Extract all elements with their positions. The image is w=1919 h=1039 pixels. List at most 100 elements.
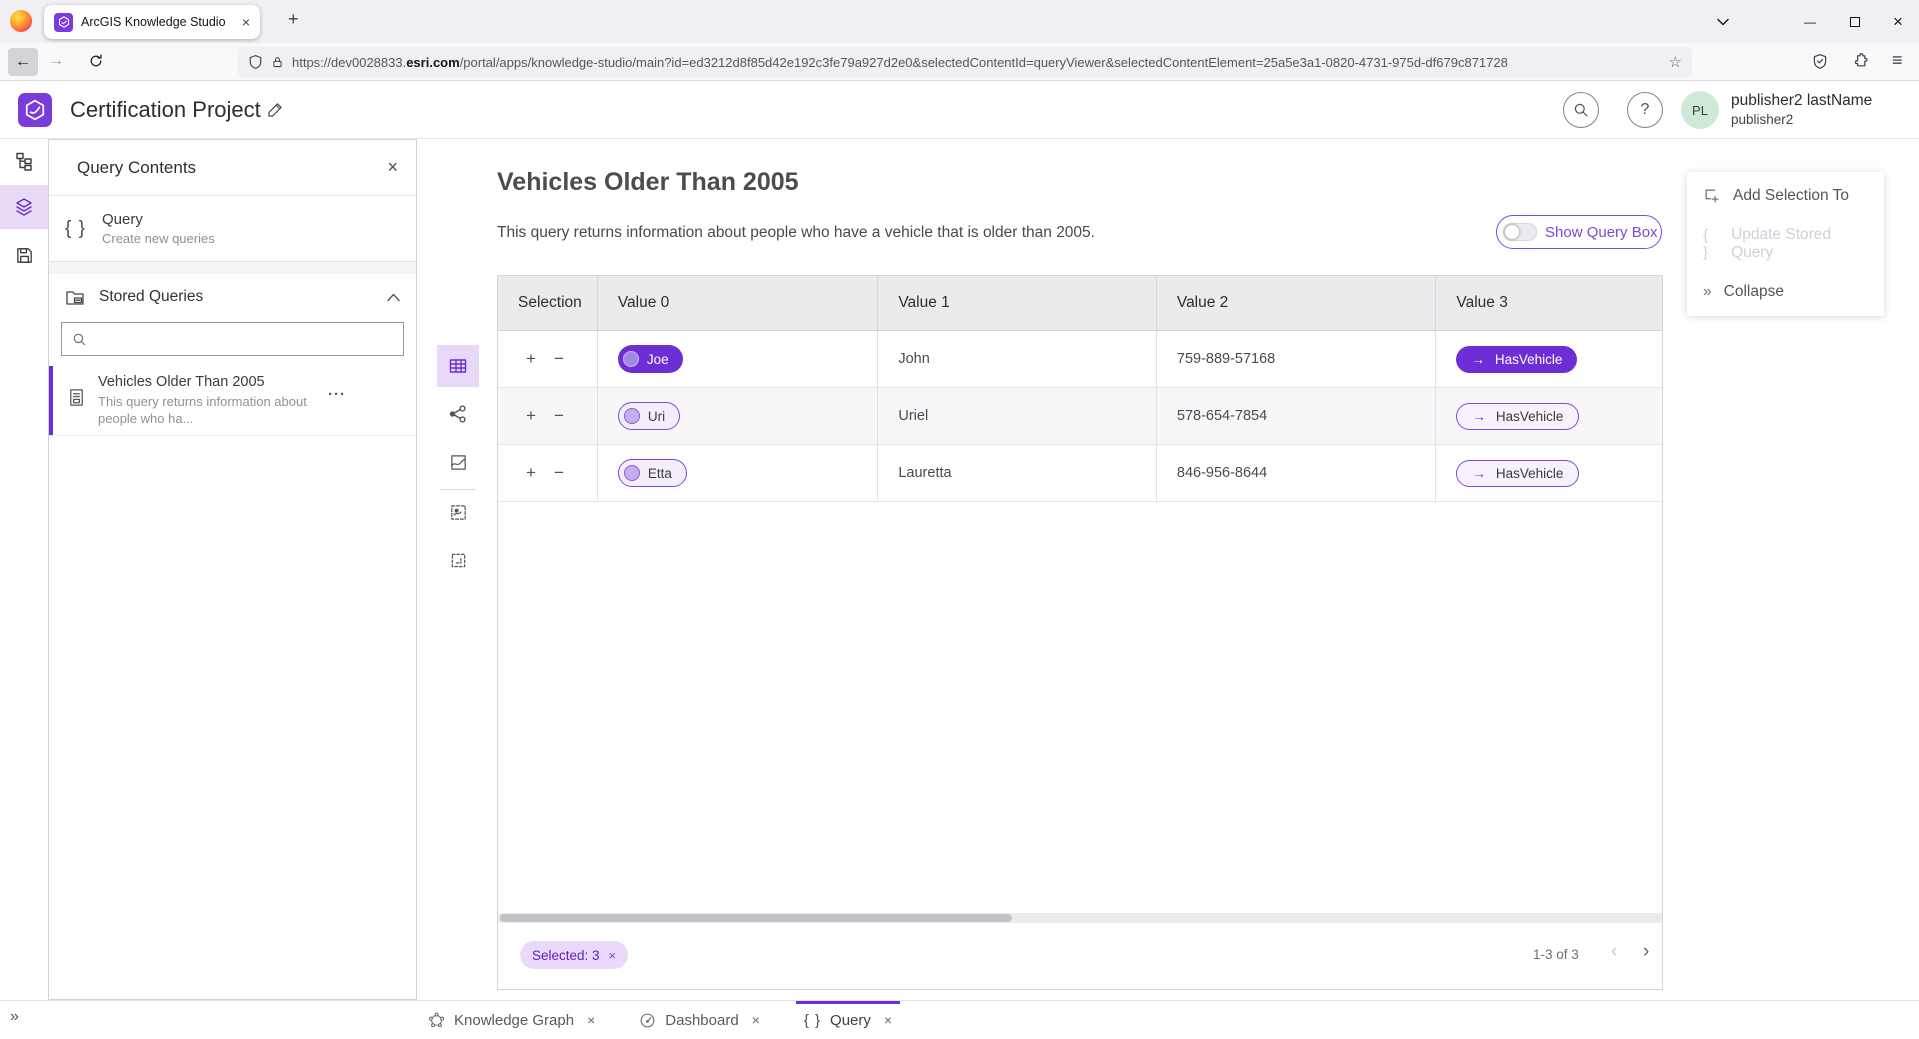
url-text: https://dev0028833.esri.com/portal/apps/…	[292, 55, 1661, 70]
edit-project-title-icon[interactable]	[266, 101, 284, 119]
entity-dot-icon	[624, 465, 640, 481]
url-bar[interactable]: https://dev0028833.esri.com/portal/apps/…	[238, 47, 1692, 77]
remove-from-selection-button[interactable]: −	[554, 406, 564, 426]
browser-tab[interactable]: ArcGIS Knowledge Studio ×	[44, 5, 260, 39]
add-to-selection-button[interactable]: +	[526, 349, 536, 369]
menu-item-label: Update Stored Query	[1731, 226, 1868, 262]
sidebar-item-save[interactable]	[0, 233, 48, 277]
reload-button[interactable]	[88, 53, 104, 69]
relationship-chip[interactable]: → HasVehicle	[1456, 460, 1579, 487]
horizontal-scrollbar[interactable]	[498, 913, 1662, 923]
back-button[interactable]: ←	[8, 48, 38, 76]
section-divider	[49, 262, 416, 274]
remove-from-selection-button[interactable]: −	[554, 463, 564, 483]
new-map-from-selection-button[interactable]	[437, 491, 479, 533]
bottom-tab-bar: » Knowledge Graph × Dashboard × { } Quer…	[0, 1000, 1919, 1038]
entity-label: Uri	[648, 409, 665, 424]
add-to-selection-button[interactable]: +	[526, 406, 536, 426]
user-info[interactable]: publisher2 lastName publisher2	[1731, 91, 1872, 129]
add-selection-icon	[1703, 187, 1721, 205]
stored-queries-search[interactable]	[61, 322, 404, 356]
new-tab-button[interactable]: +	[288, 9, 299, 30]
toggle-switch[interactable]	[1503, 223, 1537, 241]
relationship-label: HasVehicle	[1496, 409, 1564, 424]
column-header: Value 2	[1157, 276, 1437, 330]
knowledge-graph-icon	[428, 1012, 445, 1029]
show-query-box-label: Show Query Box	[1545, 224, 1658, 241]
add-to-selection-button[interactable]: +	[526, 463, 536, 483]
user-name: publisher2 lastName	[1731, 91, 1872, 110]
header-search-button[interactable]	[1563, 92, 1599, 128]
tab-close-icon[interactable]: ×	[884, 1012, 892, 1028]
selection-cell: + −	[498, 445, 598, 501]
firefox-logo-icon[interactable]	[10, 10, 32, 32]
chevron-up-icon[interactable]	[387, 293, 400, 302]
relation-cell: → HasVehicle	[1436, 388, 1662, 444]
value-cell: 759-889-57168	[1157, 331, 1437, 387]
expand-panel-icon[interactable]: »	[10, 1008, 19, 1026]
relationship-label: HasVehicle	[1495, 352, 1563, 367]
dashboard-gauge-icon	[639, 1012, 656, 1029]
scrollbar-thumb[interactable]	[500, 914, 1012, 922]
relation-cell: → HasVehicle	[1436, 445, 1662, 501]
user-avatar[interactable]: PL	[1681, 91, 1719, 129]
tab-close-icon[interactable]: ×	[587, 1012, 595, 1028]
value-cell: 846-956-8644	[1157, 445, 1437, 501]
tab-list-chevron-icon[interactable]	[1702, 0, 1744, 43]
clear-selection-icon[interactable]: ×	[609, 948, 617, 963]
lock-icon[interactable]	[271, 55, 284, 69]
view-map-button[interactable]	[437, 441, 479, 483]
view-table-button[interactable]	[437, 345, 479, 387]
bookmark-star-icon[interactable]: ☆	[1669, 53, 1682, 71]
sidebar-item-contents[interactable]	[0, 185, 48, 229]
layers-icon	[14, 197, 34, 217]
entity-cell: Uri	[598, 388, 879, 444]
menu-item-collapse[interactable]: » Collapse	[1687, 268, 1884, 316]
tab-query[interactable]: { } Query ×	[796, 1001, 900, 1039]
browser-tab-bar: ArcGIS Knowledge Studio × + — ×	[0, 0, 1919, 43]
hamburger-menu-icon[interactable]: ≡	[1892, 50, 1903, 71]
tab-close-icon[interactable]: ×	[242, 14, 250, 30]
entity-chip[interactable]: Joe	[618, 345, 683, 373]
show-query-box-toggle[interactable]: Show Query Box	[1496, 215, 1662, 249]
window-maximize-button[interactable]	[1834, 0, 1876, 43]
header-help-button[interactable]: ?	[1627, 92, 1663, 128]
relationship-chip[interactable]: → HasVehicle	[1456, 403, 1579, 430]
panel-title: Query Contents	[77, 158, 387, 178]
selected-count-chip[interactable]: Selected: 3 ×	[520, 941, 628, 969]
relationship-chip[interactable]: → HasVehicle	[1456, 346, 1577, 373]
tab-knowledge-graph[interactable]: Knowledge Graph ×	[420, 1001, 603, 1039]
sidebar-item-data-model[interactable]	[0, 139, 48, 183]
window-close-button[interactable]: ×	[1877, 0, 1919, 43]
pocket-shield-icon[interactable]	[1812, 53, 1828, 70]
entity-chip[interactable]: Uri	[618, 402, 680, 430]
stored-query-title: Vehicles Older Than 2005	[98, 374, 316, 390]
panel-close-icon[interactable]: ×	[387, 157, 398, 178]
url-path: /portal/apps/knowledge-studio/main?id=ed…	[460, 55, 1508, 70]
new-query-item[interactable]: { } Query Create new queries	[49, 196, 416, 262]
braces-icon: { }	[65, 218, 86, 240]
column-header: Selection	[498, 276, 598, 330]
remove-from-selection-button[interactable]: −	[554, 349, 564, 369]
window-minimize-button[interactable]: —	[1789, 0, 1831, 43]
forward-button[interactable]: →	[48, 52, 64, 70]
tab-dashboard[interactable]: Dashboard ×	[631, 1001, 768, 1039]
menu-item-update-stored-query[interactable]: { } Update Stored Query	[1687, 220, 1884, 268]
link-chart-icon	[448, 404, 468, 424]
tab-close-icon[interactable]: ×	[752, 1012, 760, 1028]
more-options-icon[interactable]: ···	[328, 386, 346, 427]
view-link-chart-button[interactable]	[437, 393, 479, 435]
stored-queries-header[interactable]: Stored Queries	[49, 274, 416, 320]
stored-queries-search-input[interactable]	[95, 331, 393, 347]
knowledge-studio-logo	[18, 93, 52, 127]
selection-tools-button[interactable]	[437, 539, 479, 581]
value-cell: 578-654-7854	[1157, 388, 1437, 444]
next-page-button[interactable]: ›	[1643, 941, 1649, 963]
previous-page-button[interactable]: ‹	[1611, 941, 1617, 963]
tracking-shield-icon[interactable]	[248, 54, 263, 70]
stored-query-description: This query returns information about peo…	[98, 393, 316, 427]
menu-item-add-selection-to[interactable]: Add Selection To	[1687, 172, 1884, 220]
entity-chip[interactable]: Etta	[618, 459, 687, 487]
stored-query-item[interactable]: Vehicles Older Than 2005 This query retu…	[49, 366, 416, 436]
extensions-icon[interactable]	[1852, 53, 1868, 69]
